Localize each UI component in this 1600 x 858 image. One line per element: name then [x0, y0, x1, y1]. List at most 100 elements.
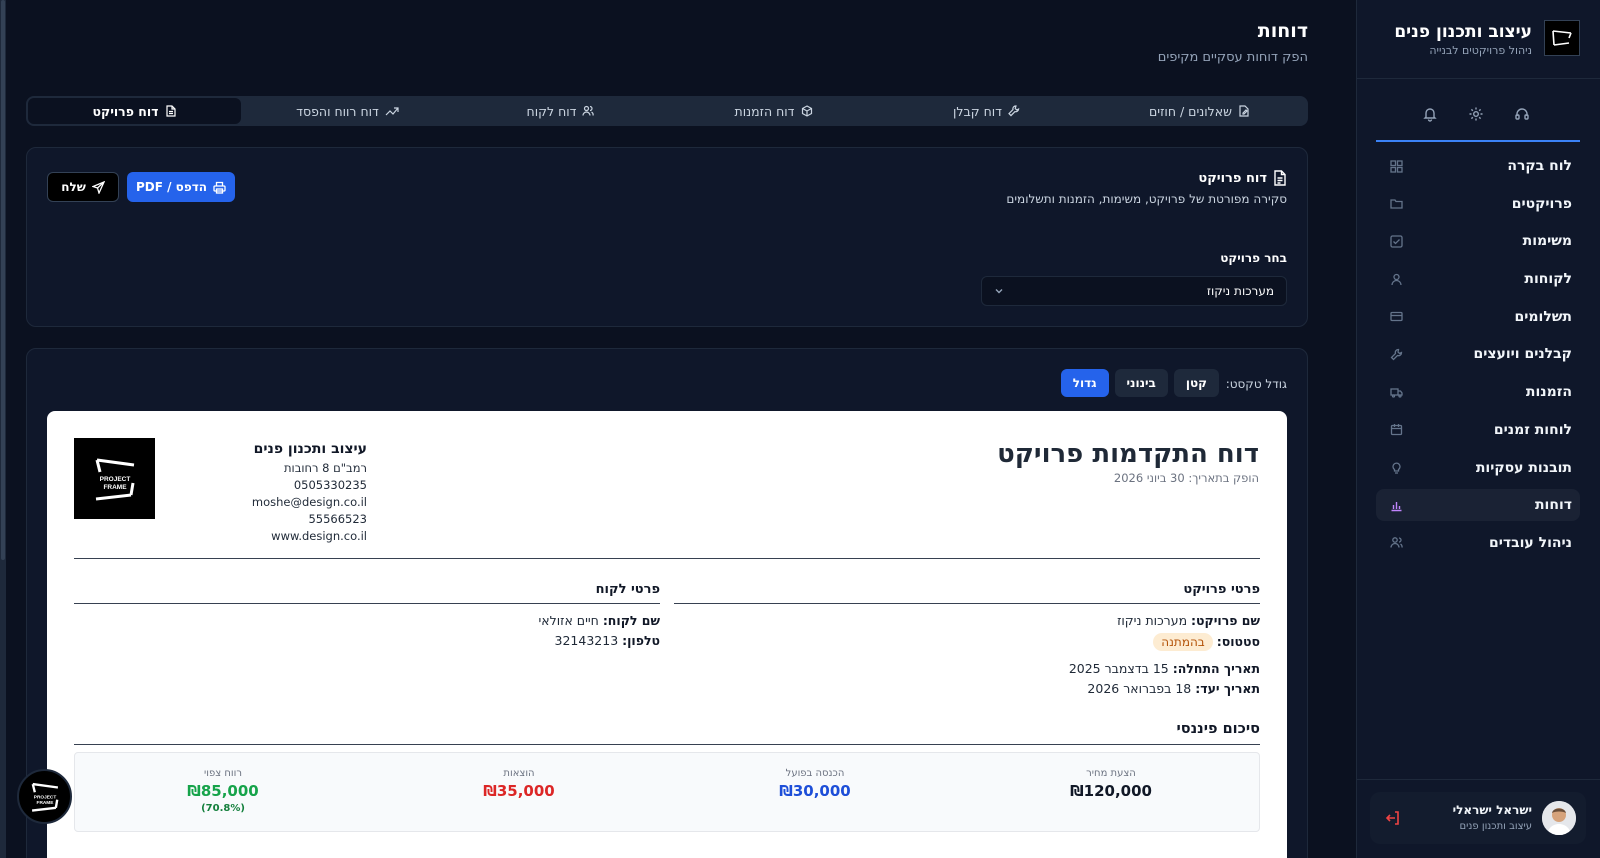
- checkbox-icon: [1388, 233, 1404, 249]
- project-name-row: שם פרויקט: מערכות ניקוז: [1117, 613, 1260, 628]
- svg-text:FRAME: FRAME: [103, 484, 127, 491]
- grid-icon: [1388, 158, 1404, 174]
- divider: [674, 603, 1260, 604]
- tab-project-report[interactable]: דוח פרויקט: [28, 98, 241, 124]
- sidebar-nav: לוח בקרה פרויקטים משימות לקוחות תשלומים …: [1376, 150, 1580, 565]
- project-due-value: 18 בפברואר 2026: [1087, 681, 1192, 696]
- financial-profit: רווח צפוי ₪85,000 (70.8%): [75, 753, 371, 831]
- user-card[interactable]: ישראל ישראלי עיצוב ותכנון פנים: [1370, 792, 1586, 844]
- report-card-title-text: דוח פרויקט: [1198, 170, 1267, 186]
- sidebar-item-label: תשלומים: [1514, 308, 1572, 325]
- divider: [1357, 779, 1600, 780]
- tab-profit-loss[interactable]: דוח רווח והפסד: [241, 98, 454, 124]
- divider: [74, 603, 660, 604]
- sidebar-item-orders[interactable]: הזמנות: [1376, 376, 1580, 408]
- bell-icon[interactable]: [1420, 104, 1440, 124]
- project-select[interactable]: מערכות ניקוז: [981, 276, 1287, 306]
- card-icon: [1388, 309, 1404, 325]
- report-document: דוח התקדמות פרויקט הופק בתאריך: 30 ביוני…: [47, 411, 1287, 858]
- sidebar-item-clients[interactable]: לקוחות: [1376, 263, 1580, 295]
- sidebar-item-payments[interactable]: תשלומים: [1376, 301, 1580, 333]
- sidebar-item-tasks[interactable]: משימות: [1376, 225, 1580, 257]
- page-title: דוחות: [1257, 20, 1308, 42]
- tab-client-report[interactable]: דוח לקוח: [454, 98, 667, 124]
- folder-icon: [1388, 196, 1404, 212]
- company-logo: PROJECT FRAME: [74, 438, 155, 519]
- svg-text:FRAME: FRAME: [36, 799, 53, 805]
- sidebar-item-label: הזמנות: [1525, 384, 1572, 401]
- tab-contractor-report[interactable]: דוח קבלן: [880, 98, 1093, 124]
- page-subtitle: הפק דוחות עסקיים מקיפים: [1157, 50, 1308, 65]
- sidebar-item-employees[interactable]: ניהול עובדים: [1376, 527, 1580, 559]
- sidebar-item-label: דוחות: [1534, 497, 1572, 514]
- wrench-icon: [1008, 105, 1020, 117]
- text-size-small-button[interactable]: קטן: [1173, 369, 1219, 397]
- client-details-heading: פרטי לקוח: [595, 582, 660, 597]
- report-controls-card: דוח פרויקט סקירה מפורטת של פרויקט, משימו…: [26, 147, 1308, 327]
- sidebar-item-schedules[interactable]: לוחות זמנים: [1376, 414, 1580, 446]
- financial-expenses: הוצאות ₪35,000: [371, 753, 667, 831]
- client-phone-value: 32143213: [554, 633, 619, 648]
- financial-quote-label: הצעת מחיר: [1086, 768, 1136, 779]
- window-scrollbar[interactable]: [0, 0, 6, 858]
- gear-icon[interactable]: [1466, 104, 1486, 124]
- bar-chart-icon: [1388, 497, 1404, 513]
- financial-expenses-label: הוצאות: [503, 768, 535, 779]
- print-pdf-label: הדפס / PDF: [135, 180, 208, 194]
- brand[interactable]: עיצוב ותכנון פנים ניהול פרויקטים לבנייה: [1370, 20, 1580, 60]
- select-project-label: בחר פרויקט: [1220, 251, 1287, 265]
- headset-icon[interactable]: [1512, 104, 1532, 124]
- sidebar-item-label: לוח בקרה: [1507, 158, 1572, 174]
- project-due-row: תאריך יעד: 18 בפברואר 2026: [1087, 681, 1260, 696]
- text-size-medium-button[interactable]: בינוני: [1114, 369, 1168, 397]
- print-pdf-button[interactable]: הדפס / PDF: [127, 172, 235, 202]
- sidebar: עיצוב ותכנון פנים ניהול פרויקטים לבנייה …: [1356, 0, 1600, 858]
- send-label: שלח: [61, 180, 86, 194]
- project-due-label: תאריך יעד:: [1195, 681, 1260, 696]
- box-icon: [801, 105, 812, 117]
- tab-orders-report[interactable]: דוח הזמנות: [667, 98, 880, 124]
- client-name-row: שם לקוח: חיים אזולאי: [538, 613, 660, 628]
- client-phone-row: טלפון: 32143213: [555, 633, 660, 648]
- sidebar-item-dashboard[interactable]: לוח בקרה: [1376, 150, 1580, 182]
- tab-label: דוח לקוח: [526, 103, 577, 119]
- client-phone-label: טלפון:: [622, 633, 660, 648]
- project-status-label: סטטוס:: [1216, 634, 1260, 649]
- report-preview-card: גודל טקסט: קטן בינוני גדול דוח התקדמות פ…: [26, 348, 1308, 858]
- financial-summary-heading: סיכום פיננסי: [1176, 721, 1260, 737]
- sidebar-item-label: לוחות זמנים: [1493, 421, 1572, 438]
- brand-title: עיצוב ותכנון פנים: [1394, 22, 1532, 42]
- text-size-large-button[interactable]: גדול: [1060, 369, 1109, 397]
- sidebar-item-label: ניהול עובדים: [1488, 534, 1572, 551]
- project-select-value: מערכות ניקוז: [1206, 284, 1274, 298]
- financial-profit-label: רווח צפוי: [204, 768, 242, 779]
- doc-edit-icon: [1239, 105, 1249, 117]
- financial-profit-percent: (70.8%): [201, 803, 245, 814]
- tab-label: דוח פרויקט: [92, 103, 159, 119]
- chevron-down-icon: [995, 289, 1003, 294]
- tab-contracts[interactable]: שאלונים / חוזים: [1093, 98, 1306, 124]
- sidebar-item-label: משימות: [1522, 233, 1572, 250]
- sidebar-item-projects[interactable]: פרויקטים: [1376, 188, 1580, 220]
- sidebar-item-insights[interactable]: תובנות עסקיות: [1376, 452, 1580, 484]
- tab-label: דוח הזמנות: [734, 103, 795, 119]
- toolbar-underline: [1376, 140, 1580, 142]
- financial-summary: הצעת מחיר ₪120,000 הכנסה בפועל ₪30,000 ה…: [74, 752, 1260, 832]
- bulb-icon: [1388, 460, 1404, 476]
- project-start-label: תאריך התחלה:: [1172, 661, 1260, 676]
- calendar-icon: [1388, 422, 1404, 438]
- send-button[interactable]: שלח: [47, 172, 119, 202]
- project-name-value: מערכות ניקוז: [1117, 613, 1188, 628]
- trend-icon: [385, 107, 399, 116]
- avatar: [1542, 801, 1576, 835]
- floating-logo-button[interactable]: PROJECT FRAME: [17, 769, 72, 824]
- financial-income: הכנסה בפועל ₪30,000: [667, 753, 963, 831]
- sidebar-item-reports[interactable]: דוחות: [1376, 489, 1580, 522]
- logout-icon[interactable]: [1384, 809, 1402, 827]
- sidebar-item-label: פרויקטים: [1511, 195, 1572, 212]
- report-tabs: שאלונים / חוזים דוח קבלן דוח הזמנות דוח …: [26, 96, 1308, 126]
- financial-quote: הצעת מחיר ₪120,000: [963, 753, 1259, 831]
- sidebar-item-contractors[interactable]: קבלנים ויועצים: [1376, 338, 1580, 370]
- svg-text:PROJECT: PROJECT: [33, 794, 56, 800]
- send-icon: [91, 180, 105, 194]
